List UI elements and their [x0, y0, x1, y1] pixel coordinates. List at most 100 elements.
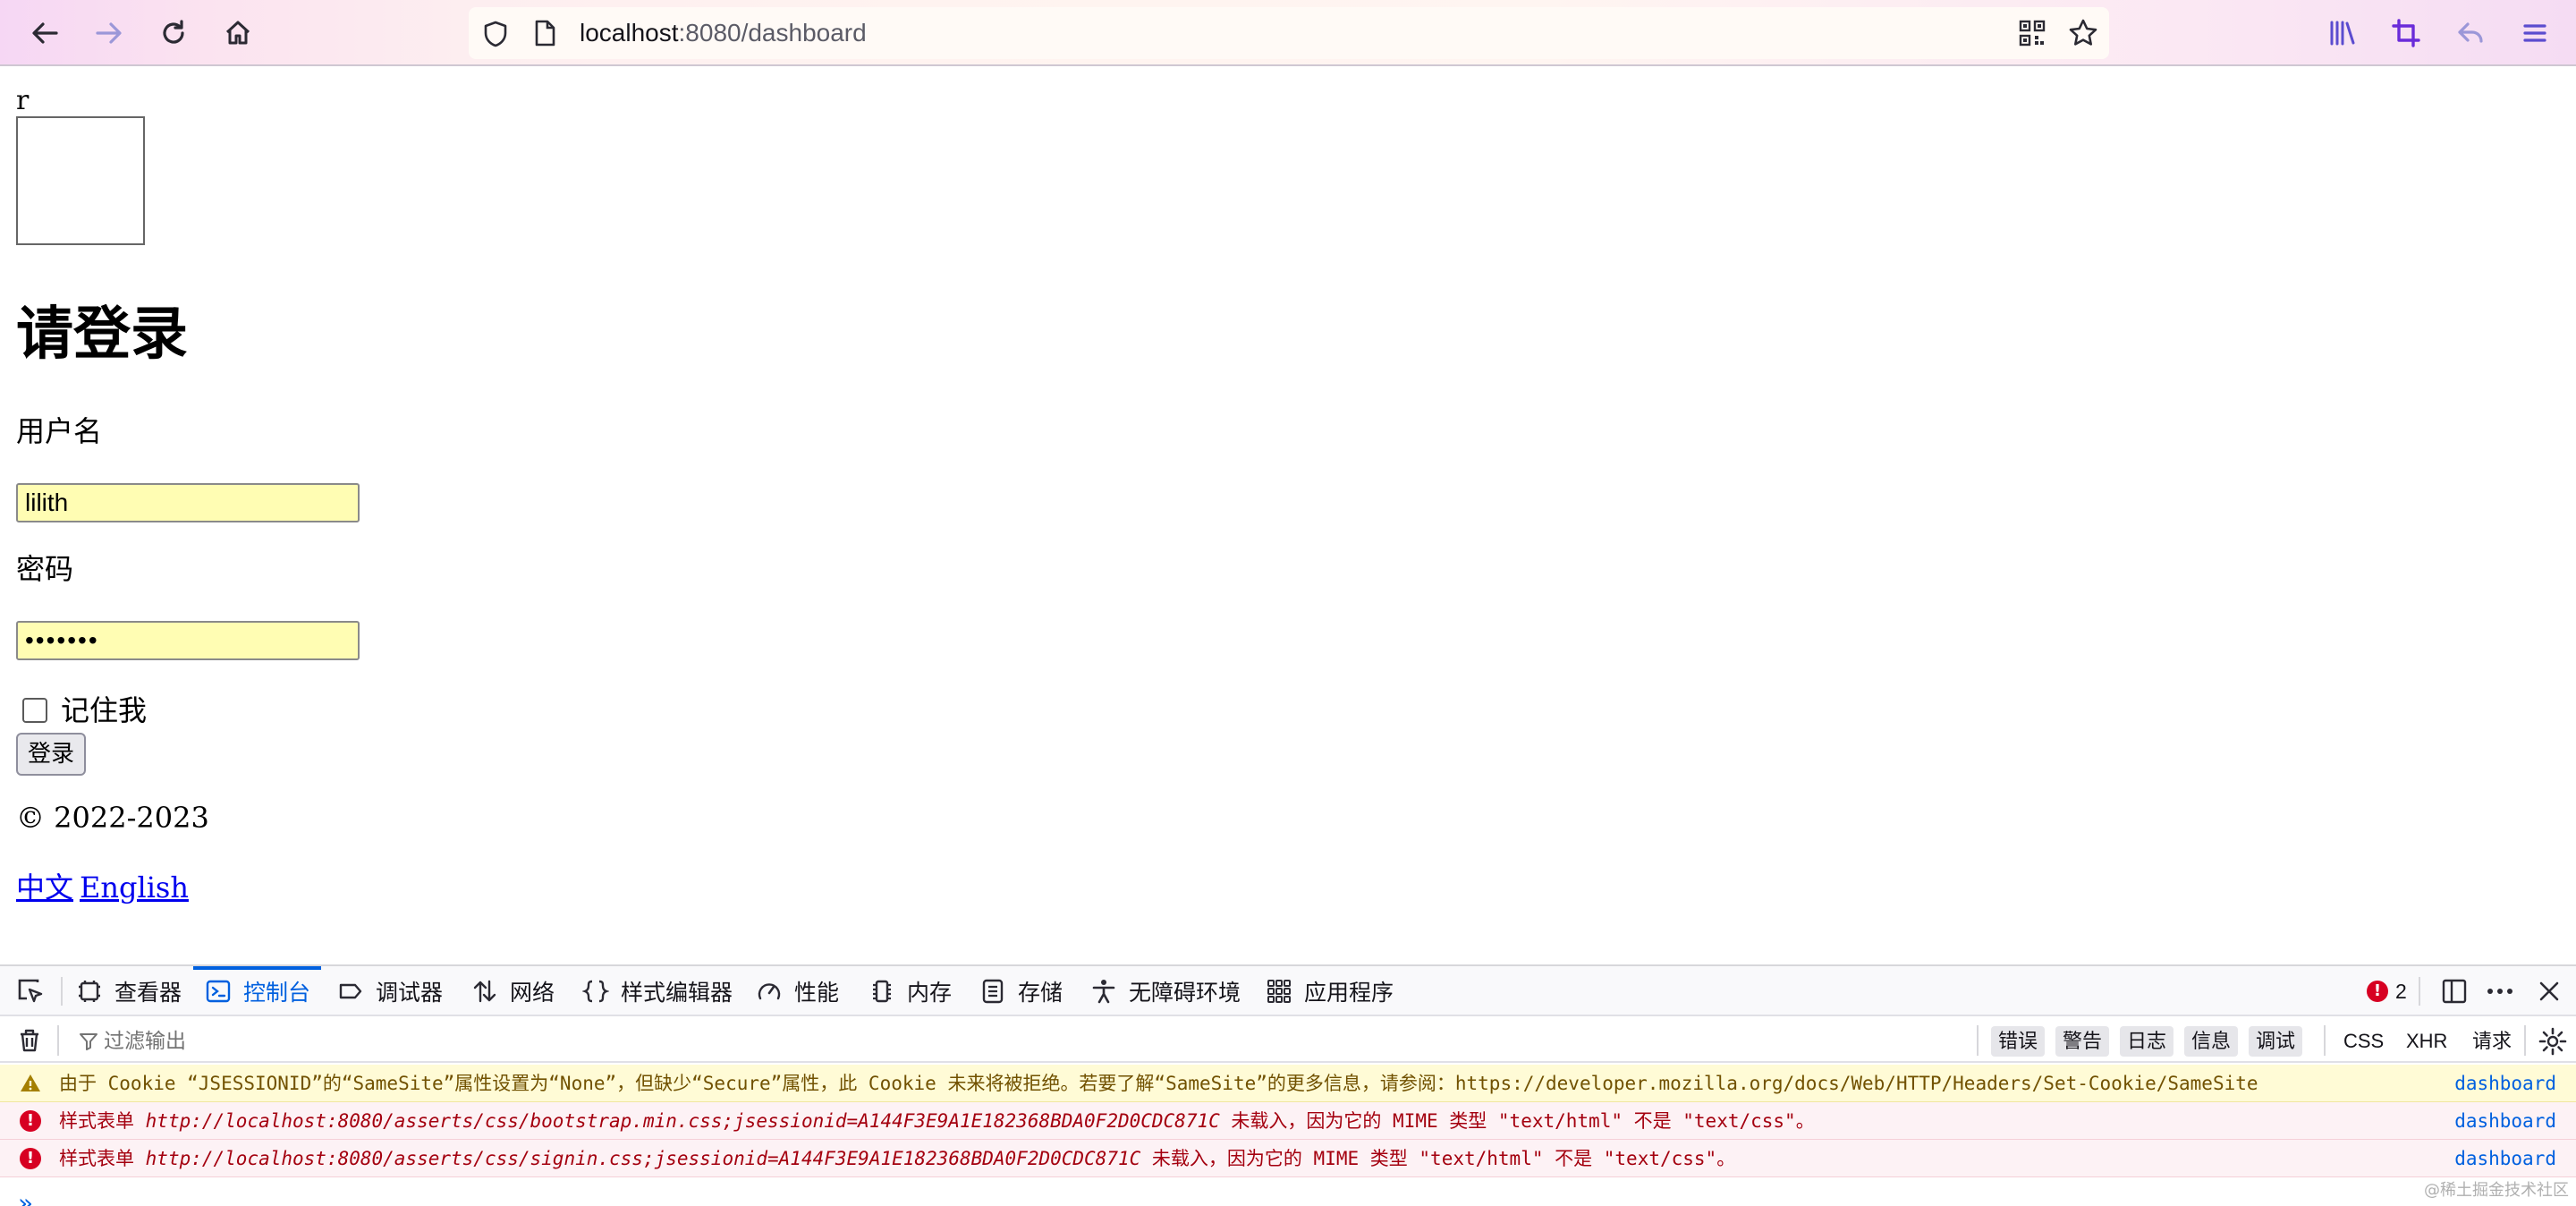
- close-devtools-button[interactable]: [2537, 966, 2562, 1016]
- message-source-link[interactable]: dashboard: [2454, 1102, 2556, 1139]
- menu-button[interactable]: [2513, 12, 2556, 55]
- filter-errors-button[interactable]: 错误: [1991, 1026, 2046, 1057]
- console-input-prompt[interactable]: »: [18, 1188, 33, 1206]
- home-button[interactable]: [216, 12, 259, 55]
- reply-arrow-icon: [2458, 22, 2483, 43]
- url-path: :8080/dashboard: [678, 19, 867, 47]
- filter-output-input[interactable]: 过滤输出: [104, 1018, 186, 1063]
- library-button[interactable]: [2320, 12, 2363, 55]
- qr-code-icon[interactable]: [2018, 19, 2046, 47]
- logo-alt-text: r: [16, 85, 30, 116]
- address-bar[interactable]: localhost:8080/dashboard: [469, 7, 2109, 59]
- back-button[interactable]: [23, 12, 66, 55]
- remember-me-checkbox[interactable]: [22, 698, 47, 723]
- copyright-text: © 2022-2023: [16, 801, 209, 835]
- tab-inspector[interactable]: 查看器: [75, 966, 182, 1016]
- error-icon: !: [2367, 981, 2388, 1002]
- error-count-indicator[interactable]: ! 2: [2367, 966, 2407, 1016]
- screenshot-button[interactable]: [2385, 12, 2428, 55]
- console-icon: [204, 977, 233, 1006]
- page-title: 请登录: [16, 301, 188, 368]
- tab-debugger[interactable]: 调试器: [336, 966, 443, 1016]
- filter-info-button[interactable]: 信息: [2184, 1026, 2239, 1057]
- tab-memory[interactable]: 内存: [868, 966, 952, 1016]
- message-url: http://localhost:8080/asserts/css/signin…: [145, 1148, 1141, 1169]
- console-message-error: ! 样式表单 http://localhost:8080/asserts/css…: [0, 1102, 2576, 1140]
- reload-button[interactable]: [152, 12, 195, 55]
- debugger-icon: [336, 977, 365, 1006]
- crop-icon: [2392, 19, 2420, 47]
- tab-label: 无障碍环境: [1129, 981, 1241, 1006]
- settings-gear-icon[interactable]: [2538, 1027, 2567, 1056]
- tab-label: 网络: [510, 981, 555, 1006]
- filter-xhr-button[interactable]: XHR: [2406, 1026, 2447, 1057]
- url-text[interactable]: localhost:8080/dashboard: [580, 7, 867, 59]
- trash-icon[interactable]: [16, 1027, 43, 1054]
- filter-funnel-icon: [80, 1033, 97, 1050]
- tab-style-editor[interactable]: 样式编辑器: [581, 966, 733, 1016]
- message-url: http://localhost:8080/asserts/css/bootst…: [145, 1110, 1220, 1132]
- message-source-link[interactable]: dashboard: [2454, 1065, 2556, 1101]
- undo-button[interactable]: [2449, 12, 2492, 55]
- dock-toggle-button[interactable]: [2440, 966, 2469, 1016]
- filter-css-button[interactable]: CSS: [2343, 1026, 2384, 1057]
- tab-label: 查看器: [114, 981, 182, 1006]
- tab-storage[interactable]: 存储: [979, 966, 1063, 1016]
- more-options-button[interactable]: [2485, 966, 2515, 1016]
- message-text: 由于 Cookie “JSESSIONID”的“SameSite”属性设置为“N…: [59, 1073, 2258, 1094]
- filter-logs-button[interactable]: 日志: [2120, 1026, 2174, 1057]
- message-prefix: 样式表单: [59, 1148, 134, 1169]
- devtools-tab-bar: 查看器 控制台 调试器 网络 样式编辑器 性能 内存 存储 无障碍环境 应用程序…: [0, 966, 2576, 1016]
- error-icon: !: [20, 1110, 41, 1132]
- login-button[interactable]: 登录: [16, 733, 86, 776]
- console-message-warning: 由于 Cookie “JSESSIONID”的“SameSite”属性设置为“N…: [0, 1065, 2576, 1102]
- url-host: localhost: [580, 19, 679, 47]
- divider: [57, 1025, 59, 1056]
- message-text: 样式表单 http://localhost:8080/asserts/css/b…: [59, 1102, 1815, 1139]
- password-input[interactable]: •••••••: [16, 621, 360, 660]
- page-icon: [535, 20, 555, 47]
- library-icon: [2330, 21, 2355, 46]
- tab-label: 性能: [794, 981, 840, 1006]
- accessibility-icon: [1089, 977, 1118, 1006]
- dock-side-icon: [2442, 979, 2467, 1004]
- username-input[interactable]: lilith: [16, 483, 360, 522]
- bookmark-star-icon[interactable]: [2068, 18, 2098, 48]
- tab-label: 应用程序: [1304, 981, 1394, 1006]
- message-suffix: 未载入，因为它的 MIME 类型 "text/html" 不是 "text/cs…: [1231, 1110, 1815, 1132]
- inspector-icon: [75, 977, 104, 1006]
- filter-requests-button[interactable]: 请求: [2472, 1026, 2512, 1057]
- filter-warnings-button[interactable]: 警告: [2055, 1026, 2110, 1057]
- console-filter-bar: 过滤输出 错误 警告 日志 信息 调试 CSS XHR 请求: [0, 1018, 2576, 1063]
- message-suffix: 未载入，因为它的 MIME 类型 "text/html" 不是 "text/cs…: [1151, 1148, 1736, 1169]
- ellipsis-icon: [2487, 989, 2512, 994]
- warning-icon: [21, 1074, 40, 1091]
- lang-en-link[interactable]: English: [80, 870, 189, 905]
- style-editor-icon: [581, 977, 610, 1006]
- lang-zh-link[interactable]: 中文: [16, 870, 73, 905]
- page-content: r 请登录 用户名 lilith 密码 ••••••• 记住我 登录 © 202…: [0, 68, 2576, 963]
- message-source-link[interactable]: dashboard: [2454, 1140, 2556, 1176]
- element-picker-button[interactable]: [14, 966, 47, 1016]
- divider: [2324, 1025, 2326, 1056]
- message-text: 样式表单 http://localhost:8080/asserts/css/s…: [59, 1140, 1736, 1176]
- filter-debug-button[interactable]: 调试: [2249, 1026, 2303, 1057]
- error-icon: !: [20, 1148, 41, 1169]
- tab-performance[interactable]: 性能: [755, 966, 839, 1016]
- divider: [2524, 1025, 2526, 1056]
- home-icon: [225, 21, 250, 45]
- storage-icon: [979, 977, 1007, 1006]
- tab-accessibility[interactable]: 无障碍环境: [1089, 966, 1241, 1016]
- tab-application[interactable]: 应用程序: [1265, 966, 1394, 1016]
- username-label: 用户名: [16, 414, 103, 448]
- tab-console[interactable]: 控制台: [192, 966, 322, 1016]
- tab-network[interactable]: 网络: [470, 966, 555, 1016]
- forward-arrow-icon: [96, 22, 122, 44]
- forward-button[interactable]: [88, 12, 131, 55]
- browser-toolbar: localhost:8080/dashboard: [0, 0, 2576, 66]
- memory-icon: [868, 977, 896, 1006]
- logo-image-placeholder: [16, 116, 145, 245]
- tab-divider: [61, 977, 63, 1006]
- divider: [1977, 1025, 1979, 1056]
- console-message-error: ! 样式表单 http://localhost:8080/asserts/css…: [0, 1140, 2576, 1177]
